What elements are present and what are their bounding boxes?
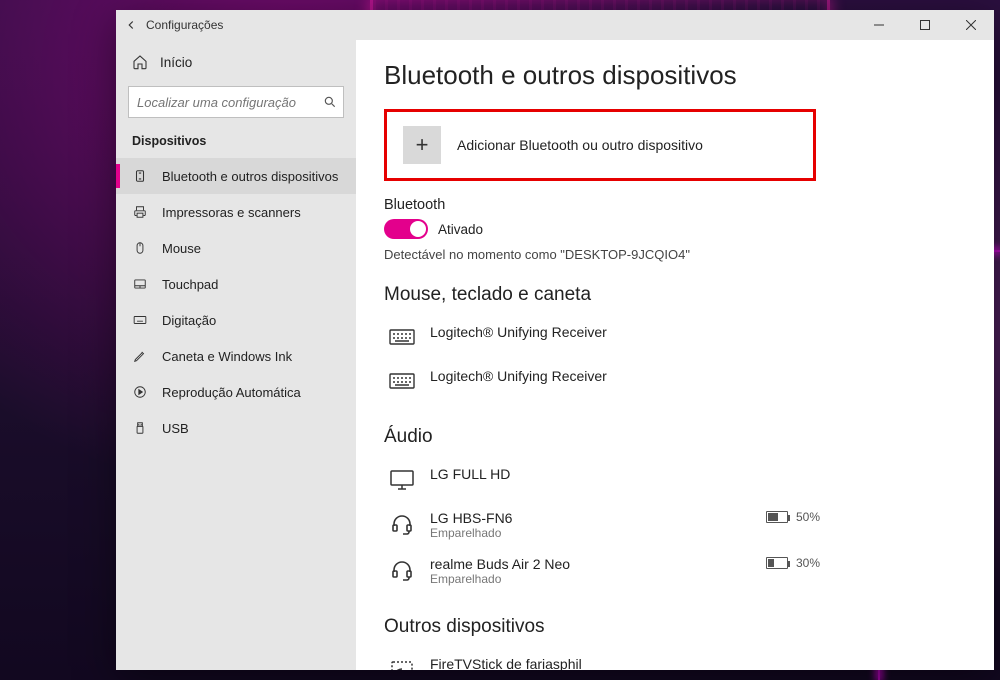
bluetooth-heading: Bluetooth [384, 197, 966, 213]
device-status: Emparelhado [430, 526, 752, 540]
keyboard-device-icon [388, 368, 416, 396]
bluetooth-toggle[interactable] [384, 219, 428, 239]
mouse-heading: Mouse, teclado e caneta [384, 284, 966, 306]
add-device-highlight: + Adicionar Bluetooth ou outro dispositi… [384, 109, 816, 181]
sidebar-item-usb[interactable]: USB [116, 410, 356, 446]
device-name: Logitech® Unifying Receiver [430, 368, 820, 384]
search-icon [323, 95, 337, 109]
home-link[interactable]: Início [116, 46, 356, 78]
back-arrow-icon[interactable] [124, 18, 138, 32]
battery-percent: 50% [796, 510, 820, 524]
monitor-icon [388, 466, 416, 494]
sidebar-item-pen[interactable]: Caneta e Windows Ink [116, 338, 356, 374]
sidebar-section-label: Dispositivos [116, 128, 356, 158]
maximize-button[interactable] [902, 10, 948, 40]
sidebar-item-typing[interactable]: Digitação [116, 302, 356, 338]
device-row[interactable]: Logitech® Unifying Receiver [384, 360, 824, 404]
close-button[interactable] [948, 10, 994, 40]
device-row[interactable]: Logitech® Unifying Receiver [384, 316, 824, 360]
keyboard-icon [132, 312, 148, 328]
device-name: LG HBS-FN6 [430, 510, 752, 526]
sidebar-item-mouse[interactable]: Mouse [116, 230, 356, 266]
battery-icon [766, 557, 788, 569]
main-content: Bluetooth e outros dispositivos + Adicio… [356, 40, 994, 670]
touchpad-icon [132, 276, 148, 292]
settings-window: Configurações Início Dispositivos [116, 10, 994, 670]
window-title: Configurações [146, 18, 223, 32]
minimize-button[interactable] [856, 10, 902, 40]
device-name: LG FULL HD [430, 466, 820, 482]
battery-percent: 30% [796, 556, 820, 570]
printer-icon [132, 204, 148, 220]
keyboard-device-icon [388, 324, 416, 352]
sidebar-item-label: Impressoras e scanners [162, 205, 301, 220]
add-device-button[interactable]: + Adicionar Bluetooth ou outro dispositi… [391, 116, 811, 174]
sidebar-item-label: Caneta e Windows Ink [162, 349, 292, 364]
mouse-icon [132, 240, 148, 256]
usb-icon [132, 420, 148, 436]
device-name: realme Buds Air 2 Neo [430, 556, 752, 572]
page-title: Bluetooth e outros dispositivos [384, 60, 966, 91]
sidebar-item-autoplay[interactable]: Reprodução Automática [116, 374, 356, 410]
sidebar-item-label: Bluetooth e outros dispositivos [162, 169, 338, 184]
titlebar: Configurações [116, 10, 994, 40]
home-label: Início [160, 55, 192, 70]
autoplay-icon [132, 384, 148, 400]
search-input[interactable] [129, 87, 343, 117]
battery-icon [766, 511, 788, 523]
device-row[interactable]: LG FULL HD [384, 458, 824, 502]
sidebar-item-label: USB [162, 421, 189, 436]
device-row[interactable]: LG HBS-FN6 Emparelhado 50% [384, 502, 824, 548]
bluetooth-icon [132, 168, 148, 184]
plus-icon: + [403, 126, 441, 164]
audio-heading: Áudio [384, 426, 966, 448]
detectable-text: Detectável no momento como "DESKTOP-9JCQ… [384, 247, 966, 262]
device-name: Logitech® Unifying Receiver [430, 324, 820, 340]
stream-device-icon [388, 656, 416, 670]
device-row[interactable]: FireTVStick de fariasphil [384, 648, 824, 670]
sidebar-item-label: Mouse [162, 241, 201, 256]
sidebar-item-label: Touchpad [162, 277, 218, 292]
sidebar-item-label: Digitação [162, 313, 216, 328]
device-status: Emparelhado [430, 572, 752, 586]
device-battery: 30% [766, 556, 820, 570]
sidebar-item-printers[interactable]: Impressoras e scanners [116, 194, 356, 230]
headset-icon [388, 510, 416, 538]
device-name: FireTVStick de fariasphil [430, 656, 820, 670]
other-heading: Outros dispositivos [384, 616, 966, 638]
device-battery: 50% [766, 510, 820, 524]
device-row[interactable]: realme Buds Air 2 Neo Emparelhado 30% [384, 548, 824, 594]
bluetooth-toggle-label: Ativado [438, 222, 483, 237]
add-device-label: Adicionar Bluetooth ou outro dispositivo [457, 137, 703, 153]
home-icon [132, 54, 148, 70]
headset-icon [388, 556, 416, 584]
sidebar-item-label: Reprodução Automática [162, 385, 301, 400]
sidebar: Início Dispositivos Bluetooth e outros d… [116, 40, 356, 670]
sidebar-nav: Bluetooth e outros dispositivos Impresso… [116, 158, 356, 446]
sidebar-item-touchpad[interactable]: Touchpad [116, 266, 356, 302]
search-box[interactable] [128, 86, 344, 118]
sidebar-item-bluetooth[interactable]: Bluetooth e outros dispositivos [116, 158, 356, 194]
pen-icon [132, 348, 148, 364]
